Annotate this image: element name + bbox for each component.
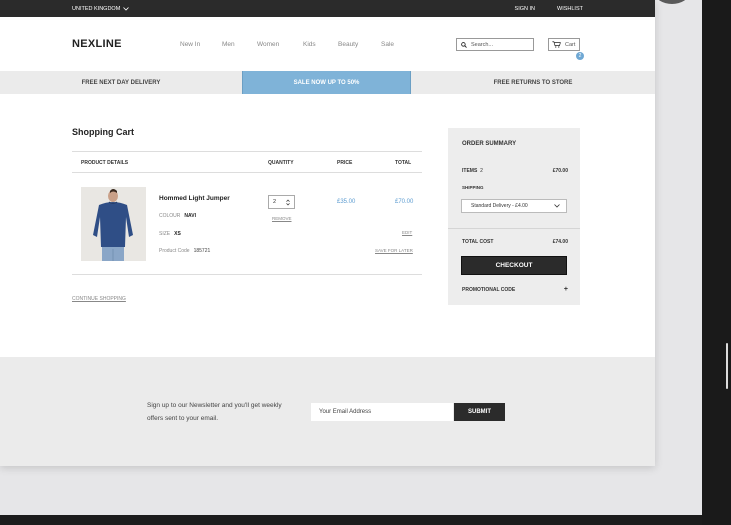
code-value: 185721: [193, 248, 211, 254]
total-value: £74.00: [552, 239, 568, 245]
search-icon: [461, 41, 467, 48]
col-total: TOTAL: [395, 160, 412, 166]
promo-bar: FREE NEXT DAY DELIVERY SALE NOW UP TO 50…: [0, 71, 655, 94]
utility-bar: UNITED KINGDOM SIGN IN WISHLIST: [0, 0, 655, 17]
backdrop-dark-edge: [702, 0, 731, 525]
product-image[interactable]: [81, 187, 146, 261]
col-price: PRICE: [337, 160, 353, 166]
save-for-later-link[interactable]: SAVE FOR LATER: [375, 248, 413, 253]
wishlist-link[interactable]: WISHLIST: [557, 6, 583, 12]
items-total: £70.00: [552, 168, 568, 174]
newsletter-text: Sign up to our Newsletter and you'll get…: [147, 402, 282, 422]
cart-icon: [552, 41, 561, 48]
edit-link[interactable]: EDIT: [402, 230, 412, 235]
site-header: NEXLINE New In Men Women Kids Beauty Sal…: [0, 17, 655, 71]
size-value: XS: [174, 231, 181, 237]
order-summary: ORDER SUMMARY ITEMS 2 £70.00 SHIPPING St…: [448, 128, 580, 305]
plus-icon[interactable]: +: [564, 286, 568, 293]
nav-women[interactable]: Women: [257, 41, 279, 48]
quantity-value: 2: [273, 199, 277, 205]
items-count: 2: [480, 168, 483, 174]
sign-in-link[interactable]: SIGN IN: [515, 6, 535, 12]
cart-count-badge: 2: [576, 52, 584, 60]
cart-divider: [72, 274, 422, 275]
code-label: Product Code: [159, 248, 190, 254]
nav-kids[interactable]: Kids: [303, 41, 316, 48]
search-placeholder: Search...: [471, 41, 494, 48]
promo-sale[interactable]: SALE NOW UP TO 50%: [242, 71, 411, 94]
cart-table-header: PRODUCT DETAILS QUANTITY PRICE TOTAL: [72, 151, 422, 173]
scroll-indicator[interactable]: [726, 343, 728, 389]
nav-beauty[interactable]: Beauty: [338, 41, 358, 48]
product-colour: COLOUR NAVI: [159, 213, 196, 219]
promo-code-toggle[interactable]: PROMOTIONAL CODE +: [462, 286, 568, 293]
col-quantity: QUANTITY: [268, 160, 294, 166]
shipping-label: SHIPPING: [462, 185, 484, 190]
shipping-selected: Standard Delivery - £4.00: [471, 203, 528, 209]
continue-shopping-link[interactable]: CONTINUE SHOPPING: [72, 296, 126, 302]
summary-divider: [448, 228, 580, 229]
jumper-photo: [81, 187, 146, 261]
stepper-arrows-icon[interactable]: [286, 198, 290, 206]
item-total: £70.00: [395, 199, 414, 205]
col-product: PRODUCT DETAILS: [81, 160, 129, 166]
search-input[interactable]: Search...: [456, 38, 534, 51]
page: UNITED KINGDOM SIGN IN WISHLIST NEXLINE …: [0, 0, 655, 466]
product-name[interactable]: Hommed Light Jumper: [159, 195, 230, 202]
shipping-select[interactable]: Standard Delivery - £4.00: [461, 199, 567, 213]
total-label: TOTAL COST: [462, 239, 494, 245]
submit-button[interactable]: SUBMIT: [454, 403, 505, 421]
nav-men[interactable]: Men: [222, 41, 235, 48]
region-selector[interactable]: UNITED KINGDOM: [72, 5, 130, 12]
promo-delivery[interactable]: FREE NEXT DAY DELIVERY: [0, 71, 242, 94]
items-label: ITEMS: [462, 168, 478, 174]
colour-label: COLOUR: [159, 213, 181, 219]
cart-label: Cart: [565, 41, 576, 48]
colour-value: NAVI: [184, 213, 196, 219]
newsletter-section: Sign up to our Newsletter and you'll get…: [0, 357, 655, 466]
chevron-down-icon: [123, 6, 130, 11]
cart-button[interactable]: Cart: [548, 38, 580, 51]
site-logo[interactable]: NEXLINE: [72, 38, 180, 50]
nav-sale[interactable]: Sale: [381, 41, 394, 48]
summary-items-row: ITEMS 2 £70.00: [462, 168, 568, 174]
remove-link[interactable]: REMOVE: [272, 216, 292, 221]
chevron-down-icon: [554, 204, 560, 208]
nav-new-in[interactable]: New In: [180, 41, 200, 48]
page-title: Shopping Cart: [72, 127, 134, 137]
summary-total-row: TOTAL COST £74.00: [462, 239, 568, 245]
quantity-stepper[interactable]: 2: [268, 195, 295, 209]
region-label: UNITED KINGDOM: [72, 5, 121, 12]
email-field[interactable]: Your Email Address: [311, 403, 453, 421]
item-price: £35.00: [337, 199, 356, 205]
promo-returns[interactable]: FREE RETURNS TO STORE: [411, 71, 655, 94]
summary-title: ORDER SUMMARY: [462, 141, 517, 147]
promo-code-label: PROMOTIONAL CODE: [462, 287, 516, 293]
product-code: Product Code 185721: [159, 248, 210, 254]
size-label: SIZE: [159, 231, 171, 237]
checkout-button[interactable]: CHECKOUT: [461, 256, 567, 275]
product-size: SIZE XS: [159, 231, 181, 237]
